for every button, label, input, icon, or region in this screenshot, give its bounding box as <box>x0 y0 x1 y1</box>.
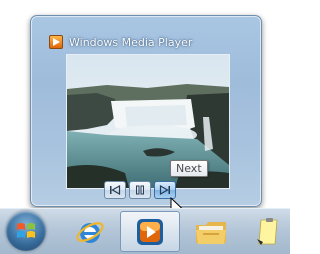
next-tooltip: Next <box>170 160 208 177</box>
windows-explorer-icon <box>196 221 226 244</box>
thumbnail-preview[interactable]: Windows Media Player <box>30 15 262 207</box>
internet-explorer-icon <box>76 221 104 243</box>
skip-previous-icon <box>110 185 121 195</box>
preview-title-bar: Windows Media Player <box>49 34 192 50</box>
taskbar <box>0 208 290 254</box>
pause-button[interactable] <box>129 181 151 199</box>
preview-title: Windows Media Player <box>69 35 193 49</box>
start-button[interactable] <box>6 211 46 251</box>
taskbar-internet-explorer[interactable] <box>60 211 120 252</box>
windows-logo-icon <box>17 223 35 238</box>
taskbar-windows-media-player[interactable] <box>120 211 180 252</box>
pause-icon <box>136 185 144 195</box>
skip-next-icon <box>159 185 170 195</box>
taskbar-windows-explorer[interactable] <box>185 211 237 252</box>
taskbar-notepad[interactable] <box>245 211 290 252</box>
notepad-icon <box>256 217 277 245</box>
previous-button[interactable] <box>104 181 126 199</box>
windows-media-player-icon <box>49 35 63 49</box>
thumbnail-toolbar <box>104 181 179 199</box>
windows-media-player-icon <box>137 218 163 245</box>
